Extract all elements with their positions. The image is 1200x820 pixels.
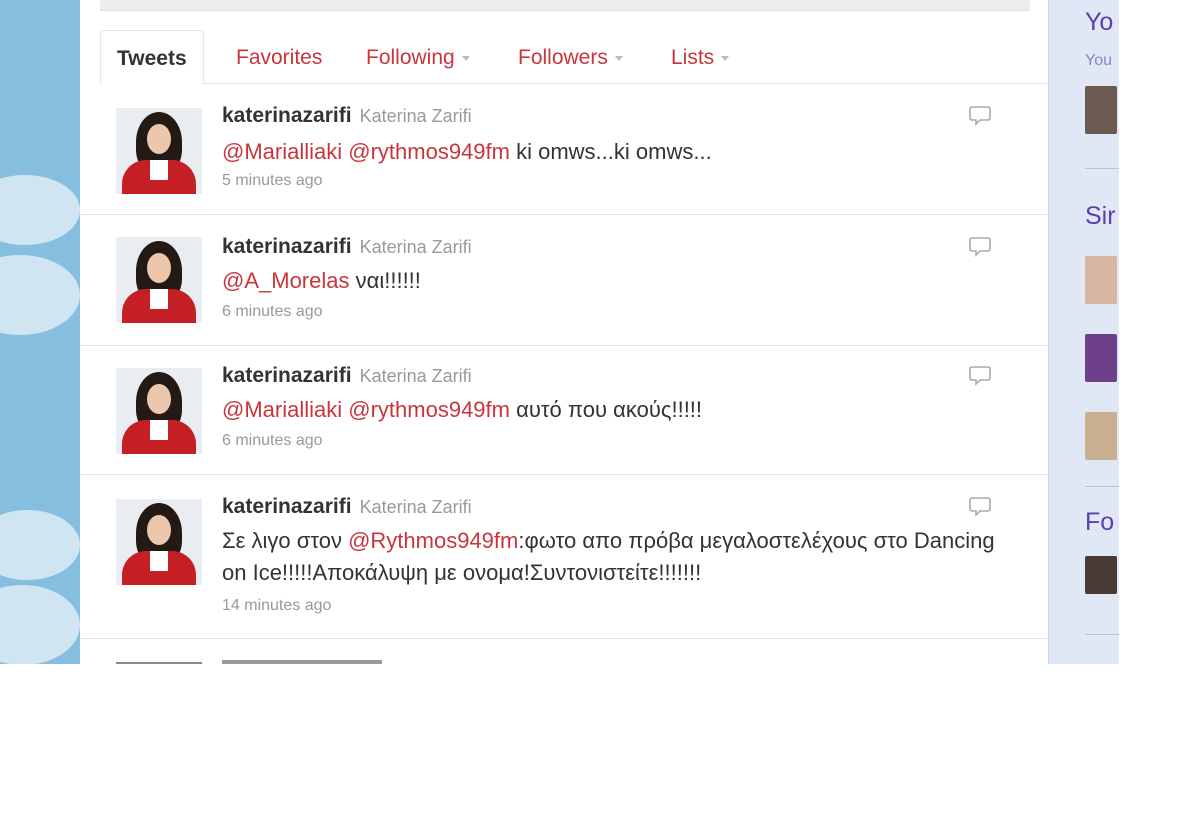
sidebar-avatar[interactable] <box>1085 256 1117 304</box>
tab-followers[interactable]: Followers <box>518 30 623 83</box>
cloud-decoration <box>0 255 80 335</box>
next-tweet-header-peek <box>222 660 382 664</box>
tweet-text: @A_Morelas ναι!!!!!! <box>222 265 1012 297</box>
cloud-decoration <box>0 510 80 580</box>
sidebar-avatar[interactable] <box>1085 334 1117 382</box>
tab-label: Lists <box>671 46 715 69</box>
top-bar-edge <box>100 0 1030 11</box>
sidebar-avatar[interactable] <box>1085 412 1117 460</box>
avatar[interactable] <box>116 108 202 194</box>
tweet-text: Σε λιγο στον @Rythmos949fm:φωτο απο πρόβ… <box>222 525 1012 589</box>
tweet-body-prefix: Σε λιγο στον <box>222 528 342 553</box>
avatar-face <box>147 124 171 154</box>
tab-label: Following <box>366 46 455 69</box>
tab-label: Favorites <box>236 46 323 69</box>
cloud-decoration <box>0 175 80 245</box>
timestamp[interactable]: 5 minutes ago <box>222 172 323 190</box>
tweet-text: @Marialliaki @rythmos949fm αυτό που ακού… <box>222 394 1012 426</box>
timestamp[interactable]: 14 minutes ago <box>222 597 331 615</box>
screen-name[interactable]: katerinazarifi <box>222 364 352 387</box>
mention-link[interactable]: @Rythmos949fm <box>348 528 518 553</box>
next-tweet-avatar-peek <box>116 662 202 664</box>
mention-link[interactable]: @rythmos949fm <box>348 139 510 164</box>
avatar[interactable] <box>116 499 202 585</box>
full-name: Katerina Zarifi <box>359 106 472 126</box>
sidebar-subheading: You <box>1085 52 1112 69</box>
tweet-header: katerinazarifi Katerina Zarifi <box>222 235 472 259</box>
tweet-header: katerinazarifi Katerina Zarifi <box>222 495 472 519</box>
tweet-item: katerinazarifi Katerina Zarifi @Mariallia… <box>80 84 1048 215</box>
tab-following[interactable]: Following <box>366 30 470 83</box>
avatar-shirt <box>150 160 168 180</box>
mention-link[interactable]: @Marialliaki <box>222 397 342 422</box>
tab-label: Followers <box>518 46 608 69</box>
avatar-face <box>147 384 171 414</box>
tweet-header: katerinazarifi Katerina Zarifi <box>222 104 472 128</box>
mention-link[interactable]: @Marialliaki <box>222 139 342 164</box>
full-name: Katerina Zarifi <box>359 497 472 517</box>
tweet-text: @Marialliaki @rythmos949fm ki omws...ki … <box>222 136 1012 168</box>
tweet-header: katerinazarifi Katerina Zarifi <box>222 364 472 388</box>
sidebar-heading: Fo <box>1085 508 1115 536</box>
screen-name[interactable]: katerinazarifi <box>222 104 352 127</box>
avatar-shirt <box>150 420 168 440</box>
tweet-body: ki omws...ki omws... <box>516 139 712 164</box>
reply-icon[interactable] <box>968 364 992 388</box>
profile-tabs: Tweets Favorites Following Followers Lis… <box>100 30 1048 85</box>
tweet-item: katerinazarifi Katerina Zarifi @A_Morelas… <box>80 215 1048 346</box>
tweet-body: αυτό που ακούς!!!!! <box>516 397 703 422</box>
avatar-shirt <box>150 551 168 571</box>
timestamp[interactable]: 6 minutes ago <box>222 303 323 321</box>
timestamp[interactable]: 6 minutes ago <box>222 432 323 450</box>
tab-favorites[interactable]: Favorites <box>236 30 322 83</box>
background-sky <box>0 0 80 664</box>
avatar[interactable] <box>116 368 202 454</box>
sidebar-heading: Sir <box>1085 202 1116 230</box>
reply-icon[interactable] <box>968 235 992 259</box>
tweet-item: katerinazarifi Katerina Zarifi Σε λιγο στ… <box>80 475 1048 639</box>
reply-icon[interactable] <box>968 495 992 519</box>
tab-lists[interactable]: Lists <box>671 30 730 83</box>
chevron-down-icon <box>721 55 730 61</box>
avatar[interactable] <box>116 237 202 323</box>
sidebar-divider <box>1085 634 1119 635</box>
sidebar-divider <box>1085 486 1119 487</box>
right-sidebar: Yo You Sir Fo <box>1048 0 1119 664</box>
mention-link[interactable]: @A_Morelas <box>222 268 350 293</box>
tweet-body: ναι!!!!!! <box>355 268 421 293</box>
sidebar-heading: Yo <box>1085 8 1114 36</box>
chevron-down-icon <box>614 55 623 61</box>
tab-label: Tweets <box>117 47 187 70</box>
screen-name[interactable]: katerinazarifi <box>222 495 352 518</box>
tab-tweets[interactable]: Tweets <box>100 30 204 85</box>
screen-name[interactable]: katerinazarifi <box>222 235 352 258</box>
chevron-down-icon <box>461 55 470 61</box>
avatar-shirt <box>150 289 168 309</box>
reply-icon[interactable] <box>968 104 992 128</box>
full-name: Katerina Zarifi <box>359 366 472 386</box>
avatar-face <box>147 253 171 283</box>
timeline-panel: Tweets Favorites Following Followers Lis… <box>80 0 1048 664</box>
sidebar-avatar[interactable] <box>1085 556 1117 594</box>
mention-link[interactable]: @rythmos949fm <box>348 397 510 422</box>
full-name: Katerina Zarifi <box>359 237 472 257</box>
sidebar-divider <box>1085 168 1119 169</box>
tweet-item: katerinazarifi Katerina Zarifi @Mariallia… <box>80 346 1048 475</box>
sidebar-avatar[interactable] <box>1085 86 1117 134</box>
avatar-face <box>147 515 171 545</box>
cloud-decoration <box>0 585 80 664</box>
